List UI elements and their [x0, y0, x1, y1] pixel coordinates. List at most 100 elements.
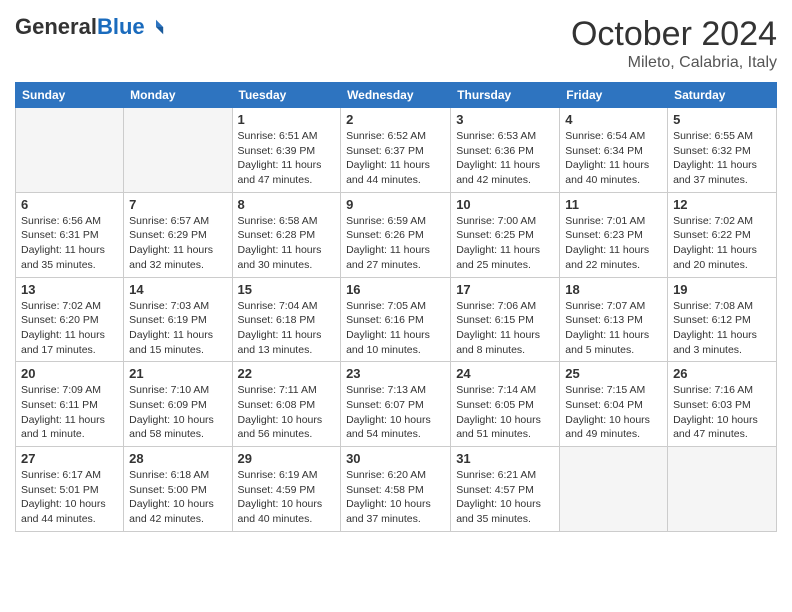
- month-title: October 2024: [571, 15, 777, 54]
- calendar-week-row: 13 Sunrise: 7:02 AMSunset: 6:20 PMDayligh…: [16, 277, 777, 362]
- day-number: 9: [346, 197, 445, 212]
- day-number: 19: [673, 282, 771, 297]
- calendar-cell: [16, 108, 124, 193]
- calendar-cell: 13 Sunrise: 7:02 AMSunset: 6:20 PMDayligh…: [16, 277, 124, 362]
- day-info: Sunrise: 7:02 AMSunset: 6:20 PMDaylight:…: [21, 299, 118, 358]
- day-info: Sunrise: 7:13 AMSunset: 6:07 PMDaylight:…: [346, 383, 445, 442]
- calendar-week-row: 20 Sunrise: 7:09 AMSunset: 6:11 PMDayligh…: [16, 362, 777, 447]
- col-wednesday: Wednesday: [341, 83, 451, 108]
- day-number: 14: [129, 282, 226, 297]
- day-number: 6: [21, 197, 118, 212]
- col-saturday: Saturday: [668, 83, 777, 108]
- calendar-cell: 7Sunrise: 6:57 AMSunset: 6:29 PMDaylight…: [124, 192, 232, 277]
- day-number: 26: [673, 366, 771, 381]
- day-info: Sunrise: 6:19 AMSunset: 4:59 PMDaylight:…: [238, 468, 336, 527]
- calendar-header-row: Sunday Monday Tuesday Wednesday Thursday…: [16, 83, 777, 108]
- day-number: 8: [238, 197, 336, 212]
- day-info: Sunrise: 6:55 AMSunset: 6:32 PMDaylight:…: [673, 129, 771, 188]
- col-friday: Friday: [560, 83, 668, 108]
- calendar-cell: 8 Sunrise: 6:58 AMSunset: 6:28 PMDaylight…: [232, 192, 341, 277]
- calendar-cell: 21 Sunrise: 7:10 AMSunset: 6:09 PMDayligh…: [124, 362, 232, 447]
- day-number: 22: [238, 366, 336, 381]
- calendar-cell: 19 Sunrise: 7:08 AMSunset: 6:12 PMDayligh…: [668, 277, 777, 362]
- day-number: 3: [456, 112, 554, 127]
- calendar-cell: 4 Sunrise: 6:54 AMSunset: 6:34 PMDaylight…: [560, 108, 668, 193]
- calendar-week-row: 27 Sunrise: 6:17 AMSunset: 5:01 PMDayligh…: [16, 447, 777, 532]
- calendar-cell: [668, 447, 777, 532]
- location-title: Mileto, Calabria, Italy: [571, 54, 777, 72]
- day-number: 4: [565, 112, 662, 127]
- logo: GeneralBlue: [15, 15, 165, 39]
- day-info: Sunrise: 6:59 AMSunset: 6:26 PMDaylight:…: [346, 214, 445, 273]
- calendar-cell: 28Sunrise: 6:18 AMSunset: 5:00 PMDayligh…: [124, 447, 232, 532]
- day-number: 30: [346, 451, 445, 466]
- calendar-week-row: 1 Sunrise: 6:51 AMSunset: 6:39 PMDaylight…: [16, 108, 777, 193]
- day-info: Sunrise: 7:09 AMSunset: 6:11 PMDaylight:…: [21, 383, 118, 442]
- day-info: Sunrise: 7:03 AMSunset: 6:19 PMDaylight:…: [129, 299, 226, 358]
- day-number: 20: [21, 366, 118, 381]
- calendar-cell: 29 Sunrise: 6:19 AMSunset: 4:59 PMDayligh…: [232, 447, 341, 532]
- day-info: Sunrise: 7:02 AMSunset: 6:22 PMDaylight:…: [673, 214, 771, 273]
- day-number: 17: [456, 282, 554, 297]
- day-info: Sunrise: 6:57 AMSunset: 6:29 PMDaylight:…: [129, 214, 226, 273]
- calendar-cell: 11Sunrise: 7:01 AMSunset: 6:23 PMDayligh…: [560, 192, 668, 277]
- day-info: Sunrise: 6:51 AMSunset: 6:39 PMDaylight:…: [238, 129, 336, 188]
- logo-general: GeneralBlue: [15, 15, 145, 39]
- calendar-cell: 25 Sunrise: 7:15 AMSunset: 6:04 PMDayligh…: [560, 362, 668, 447]
- day-number: 23: [346, 366, 445, 381]
- day-info: Sunrise: 7:16 AMSunset: 6:03 PMDaylight:…: [673, 383, 771, 442]
- calendar-table: Sunday Monday Tuesday Wednesday Thursday…: [15, 82, 777, 532]
- day-info: Sunrise: 7:15 AMSunset: 6:04 PMDaylight:…: [565, 383, 662, 442]
- day-info: Sunrise: 6:20 AMSunset: 4:58 PMDaylight:…: [346, 468, 445, 527]
- logo-icon: [147, 18, 165, 36]
- day-number: 13: [21, 282, 118, 297]
- calendar-cell: 26 Sunrise: 7:16 AMSunset: 6:03 PMDayligh…: [668, 362, 777, 447]
- day-number: 1: [238, 112, 336, 127]
- calendar-cell: [124, 108, 232, 193]
- calendar-cell: 5Sunrise: 6:55 AMSunset: 6:32 PMDaylight…: [668, 108, 777, 193]
- calendar-cell: 30 Sunrise: 6:20 AMSunset: 4:58 PMDayligh…: [341, 447, 451, 532]
- page-header: GeneralBlue October 2024 Mileto, Calabri…: [15, 15, 777, 72]
- day-info: Sunrise: 7:11 AMSunset: 6:08 PMDaylight:…: [238, 383, 336, 442]
- calendar-cell: 3 Sunrise: 6:53 AMSunset: 6:36 PMDaylight…: [451, 108, 560, 193]
- day-number: 18: [565, 282, 662, 297]
- day-number: 12: [673, 197, 771, 212]
- day-info: Sunrise: 7:08 AMSunset: 6:12 PMDaylight:…: [673, 299, 771, 358]
- calendar-cell: 2 Sunrise: 6:52 AMSunset: 6:37 PMDaylight…: [341, 108, 451, 193]
- calendar-cell: 9 Sunrise: 6:59 AMSunset: 6:26 PMDaylight…: [341, 192, 451, 277]
- day-number: 21: [129, 366, 226, 381]
- day-info: Sunrise: 7:00 AMSunset: 6:25 PMDaylight:…: [456, 214, 554, 273]
- col-monday: Monday: [124, 83, 232, 108]
- day-info: Sunrise: 6:53 AMSunset: 6:36 PMDaylight:…: [456, 129, 554, 188]
- calendar-cell: 17 Sunrise: 7:06 AMSunset: 6:15 PMDayligh…: [451, 277, 560, 362]
- calendar-cell: 23 Sunrise: 7:13 AMSunset: 6:07 PMDayligh…: [341, 362, 451, 447]
- day-number: 27: [21, 451, 118, 466]
- calendar-cell: 15Sunrise: 7:04 AMSunset: 6:18 PMDayligh…: [232, 277, 341, 362]
- calendar-cell: 31Sunrise: 6:21 AMSunset: 4:57 PMDayligh…: [451, 447, 560, 532]
- calendar-cell: 18 Sunrise: 7:07 AMSunset: 6:13 PMDayligh…: [560, 277, 668, 362]
- day-info: Sunrise: 7:14 AMSunset: 6:05 PMDaylight:…: [456, 383, 554, 442]
- day-info: Sunrise: 6:56 AMSunset: 6:31 PMDaylight:…: [21, 214, 118, 273]
- calendar-week-row: 6 Sunrise: 6:56 AMSunset: 6:31 PMDaylight…: [16, 192, 777, 277]
- day-info: Sunrise: 6:52 AMSunset: 6:37 PMDaylight:…: [346, 129, 445, 188]
- calendar-cell: 24Sunrise: 7:14 AMSunset: 6:05 PMDayligh…: [451, 362, 560, 447]
- calendar-cell: 6 Sunrise: 6:56 AMSunset: 6:31 PMDaylight…: [16, 192, 124, 277]
- day-info: Sunrise: 7:04 AMSunset: 6:18 PMDaylight:…: [238, 299, 336, 358]
- day-number: 11: [565, 197, 662, 212]
- day-info: Sunrise: 6:18 AMSunset: 5:00 PMDaylight:…: [129, 468, 226, 527]
- day-number: 2: [346, 112, 445, 127]
- day-info: Sunrise: 7:07 AMSunset: 6:13 PMDaylight:…: [565, 299, 662, 358]
- day-info: Sunrise: 6:54 AMSunset: 6:34 PMDaylight:…: [565, 129, 662, 188]
- day-number: 29: [238, 451, 336, 466]
- calendar-cell: 12 Sunrise: 7:02 AMSunset: 6:22 PMDayligh…: [668, 192, 777, 277]
- day-info: Sunrise: 7:06 AMSunset: 6:15 PMDaylight:…: [456, 299, 554, 358]
- day-info: Sunrise: 7:10 AMSunset: 6:09 PMDaylight:…: [129, 383, 226, 442]
- day-number: 31: [456, 451, 554, 466]
- day-info: Sunrise: 6:58 AMSunset: 6:28 PMDaylight:…: [238, 214, 336, 273]
- title-block: October 2024 Mileto, Calabria, Italy: [571, 15, 777, 72]
- col-sunday: Sunday: [16, 83, 124, 108]
- day-number: 25: [565, 366, 662, 381]
- day-info: Sunrise: 6:17 AMSunset: 5:01 PMDaylight:…: [21, 468, 118, 527]
- day-number: 10: [456, 197, 554, 212]
- day-info: Sunrise: 7:05 AMSunset: 6:16 PMDaylight:…: [346, 299, 445, 358]
